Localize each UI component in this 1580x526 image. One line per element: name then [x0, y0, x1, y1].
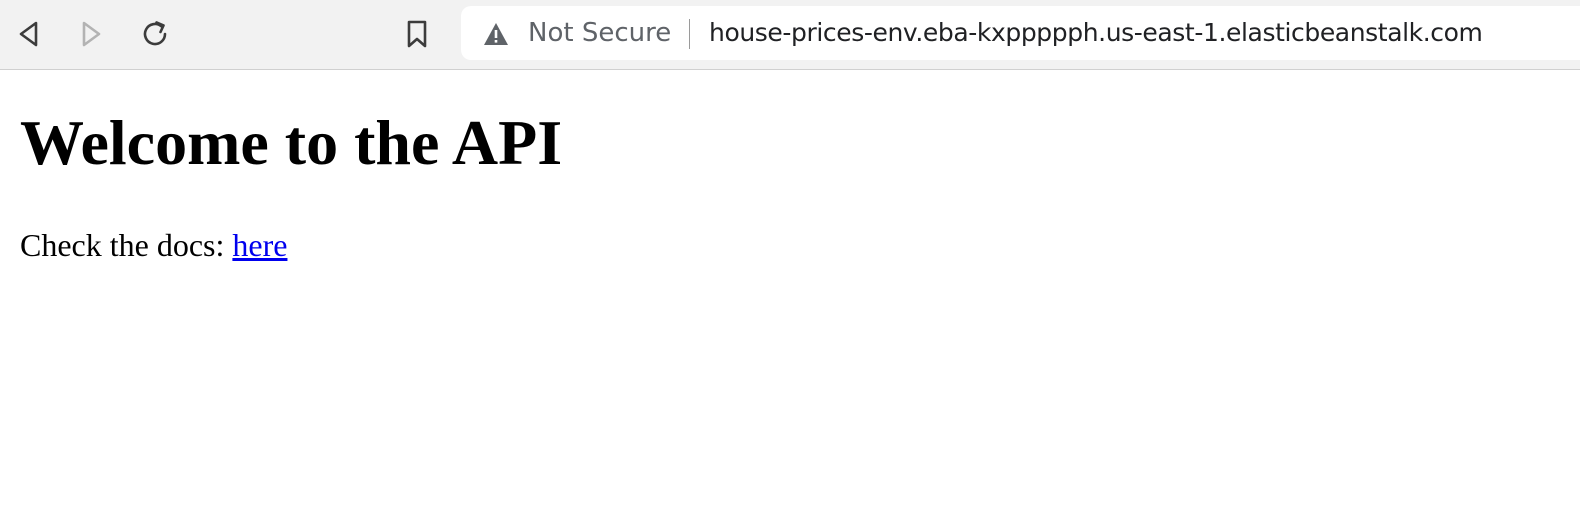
address-bar[interactable]: Not Secure house-prices-env.eba-kxppppph…	[461, 6, 1580, 60]
browser-toolbar: Not Secure house-prices-env.eba-kxppppph…	[0, 0, 1580, 70]
forward-button[interactable]	[71, 14, 111, 54]
reload-button[interactable]	[135, 14, 175, 54]
docs-link[interactable]: here	[232, 227, 287, 263]
reload-icon	[140, 19, 170, 49]
back-arrow-icon	[16, 19, 42, 49]
warning-icon	[483, 22, 509, 46]
page-title: Welcome to the API	[20, 107, 563, 178]
url-text[interactable]: house-prices-env.eba-kxppppph.us-east-1.…	[709, 16, 1483, 50]
security-status-label[interactable]: Not Secure	[528, 16, 671, 50]
forward-arrow-icon	[78, 19, 104, 49]
docs-paragraph: Check the docs: here	[20, 226, 1560, 264]
address-bar-divider	[689, 19, 690, 49]
bookmark-button[interactable]	[397, 14, 437, 54]
docs-prefix-text: Check the docs:	[20, 227, 233, 263]
page-content: Welcome to the API Check the docs: here	[20, 70, 1560, 264]
back-button[interactable]	[9, 14, 49, 54]
bookmark-icon	[404, 18, 430, 50]
